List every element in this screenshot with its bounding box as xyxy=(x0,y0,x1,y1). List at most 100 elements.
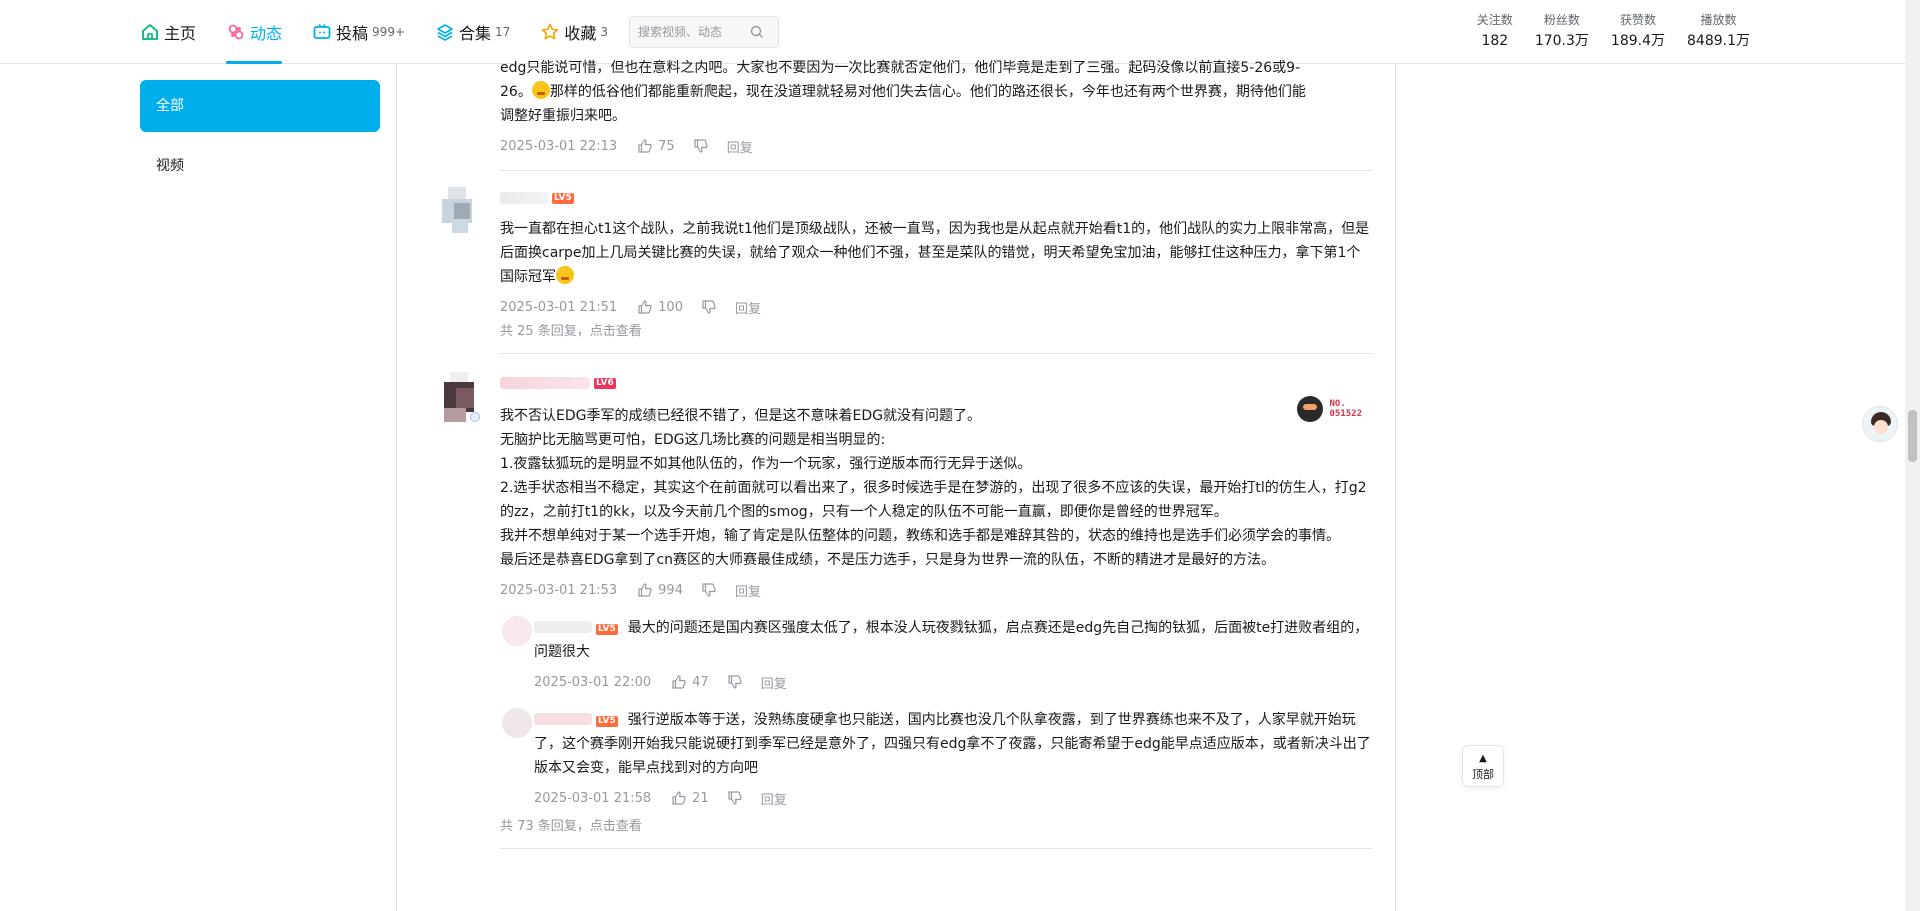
comment-time: 2025-03-01 21:53 xyxy=(500,582,618,598)
username-blurred[interactable] xyxy=(534,713,592,725)
upload-icon xyxy=(313,24,331,39)
comment-meta: 2025-03-01 21:53 994 回复 xyxy=(500,578,1372,602)
like-button[interactable]: 994 xyxy=(637,582,683,598)
dislike-button[interactable] xyxy=(727,674,743,690)
nav-collection-label: 合集 xyxy=(459,24,492,43)
level-badge: LV5 xyxy=(596,716,618,727)
divider xyxy=(1395,64,1396,911)
back-to-top-button[interactable]: ▲ 顶部 xyxy=(1462,745,1504,787)
dislike-button[interactable] xyxy=(701,299,717,315)
username-blurred[interactable] xyxy=(534,621,592,633)
comment-time: 2025-03-01 21:51 xyxy=(500,299,618,315)
comment-text-line: 1.夜露钛狐玩的是明显不如其他队伍的，作为一个玩家，强行逆版本而行无异于送似。 xyxy=(500,456,1032,472)
fan-badge-icon xyxy=(1297,396,1324,422)
scrollbar-thumb[interactable] xyxy=(1908,410,1917,462)
search-icon[interactable] xyxy=(750,25,764,39)
reply-button[interactable]: 回复 xyxy=(761,673,787,692)
stat-value: 182 xyxy=(1481,33,1509,49)
reply-button[interactable]: 回复 xyxy=(735,298,761,317)
comment-text: 我不否认EDG季军的成绩已经很不错了，但是这不意味着EDG就没有问题了。 无脑护… xyxy=(500,404,1372,572)
thumbs-up-icon xyxy=(672,675,686,689)
comment-meta: 2025-03-01 22:13 75 回复 xyxy=(500,134,1372,158)
comment-time: 2025-03-01 21:58 xyxy=(534,790,652,806)
profile-stats: 关注数 182 粉丝数 170.3万 获赞数 189.4万 播放数 8489.1… xyxy=(1455,10,1750,52)
avatar[interactable] xyxy=(442,187,478,233)
comment-divider xyxy=(500,353,1372,354)
level-badge: LV5 xyxy=(596,624,618,635)
comment-meta: 2025-03-01 22:00 47 回复 xyxy=(534,670,1372,694)
stat-plays: 播放数 8489.1万 xyxy=(1687,10,1750,52)
like-button[interactable]: 100 xyxy=(637,299,683,315)
avatar[interactable] xyxy=(502,708,532,738)
dislike-button[interactable] xyxy=(701,582,717,598)
comment-time: 2025-03-01 22:13 xyxy=(500,138,618,154)
nav-home-label: 主页 xyxy=(164,24,197,43)
like-count: 47 xyxy=(692,674,709,690)
comment-text: LV5 强行逆版本等于送，没熟练度硬拿也只能送，国内比赛也没几个队拿夜露，到了世界… xyxy=(534,708,1372,780)
reply-button[interactable]: 回复 xyxy=(761,789,787,808)
stat-value: 170.3万 xyxy=(1534,33,1589,49)
nav-home[interactable]: 主页 xyxy=(140,0,196,64)
comment-meta: 2025-03-01 21:58 21 回复 xyxy=(534,786,1372,810)
reply-button[interactable]: 回复 xyxy=(735,581,761,600)
nav-upload-label: 投稿 xyxy=(336,24,369,43)
comment-divider xyxy=(500,170,1372,171)
comment-username[interactable]: LV5 xyxy=(500,187,1372,209)
view-more-replies[interactable]: 共 73 条回复，点击查看 xyxy=(500,816,1372,838)
comment-username[interactable]: LV6 xyxy=(500,372,1372,394)
reply-button[interactable]: 回复 xyxy=(727,137,753,156)
emoji-icon xyxy=(531,81,550,99)
avatar[interactable] xyxy=(502,616,532,646)
comment-text-line: edg只能说可惜，但也在意料之内吧。大家也不要因为一次比赛就否定他们，他们毕竟是… xyxy=(500,60,1301,76)
dynamic-filter-sidebar: 全部 视频 xyxy=(140,80,380,200)
stat-label: 获赞数 xyxy=(1619,13,1656,27)
thumbs-down-icon xyxy=(702,583,716,597)
sub-reply: LV5 最大的问题还是国内赛区强度太低了，根本没人玩夜戮钛狐，启点赛还是edg先自… xyxy=(500,616,1372,694)
stat-followers[interactable]: 粉丝数 170.3万 xyxy=(1535,10,1589,52)
sub-reply: LV5 强行逆版本等于送，没熟练度硬拿也只能送，国内比赛也没几个队拿夜露，到了世界… xyxy=(500,708,1372,810)
avatar[interactable] xyxy=(442,372,482,424)
search-box[interactable] xyxy=(629,16,779,48)
nav-upload[interactable]: 投稿 999+ xyxy=(312,0,405,64)
view-more-replies[interactable]: 共 25 条回复，点击查看 xyxy=(500,321,1372,343)
thumbs-up-icon xyxy=(638,300,652,314)
thumbs-up-icon xyxy=(638,583,652,597)
reply-text: 最大的问题还是国内赛区强度太低了，根本没人玩夜戮钛狐，启点赛还是edg先自己掏的… xyxy=(534,620,1369,660)
back-to-top-label: 顶部 xyxy=(1472,768,1494,781)
nav-dynamic[interactable]: 动态 xyxy=(226,0,283,64)
sidebar-item-video[interactable]: 视频 xyxy=(140,140,380,192)
like-button[interactable]: 21 xyxy=(671,790,709,806)
comment-list: edg只能说可惜，但也在意料之内吧。大家也不要因为一次比赛就否定他们，他们毕竟是… xyxy=(430,48,1372,849)
fan-badge[interactable]: NO. 051522 xyxy=(1297,396,1362,422)
collection-icon xyxy=(437,24,453,41)
like-count: 75 xyxy=(658,138,675,154)
dislike-button[interactable] xyxy=(693,138,709,154)
search-input[interactable] xyxy=(638,25,750,39)
comment-item: LV6 NO. 051522 我不否认EDG季军的成绩已经很不错了，但是这不意味着… xyxy=(430,372,1372,838)
level-badge: LV5 xyxy=(552,192,574,204)
nav-dynamic-label: 动态 xyxy=(250,24,283,43)
dislike-button[interactable] xyxy=(727,790,743,806)
stat-following[interactable]: 关注数 182 xyxy=(1477,10,1513,52)
comment-text-line: 调整好重振归来吧。 xyxy=(500,108,626,124)
stat-label: 粉丝数 xyxy=(1543,13,1580,27)
username-blurred xyxy=(500,192,548,204)
favorite-icon xyxy=(542,23,559,40)
like-button[interactable]: 75 xyxy=(637,138,675,154)
nav-upload-count: 999+ xyxy=(372,25,406,39)
thumbs-down-icon xyxy=(694,139,708,153)
emoji-icon xyxy=(556,266,574,284)
scrollbar[interactable] xyxy=(1905,0,1920,911)
comment-item: edg只能说可惜，但也在意料之内吧。大家也不要因为一次比赛就否定他们，他们毕竟是… xyxy=(430,56,1372,158)
like-button[interactable]: 47 xyxy=(671,674,709,690)
like-count: 100 xyxy=(658,299,683,315)
comment-text: LV5 最大的问题还是国内赛区强度太低了，根本没人玩夜戮钛狐，启点赛还是edg先自… xyxy=(534,616,1372,664)
thumbs-up-icon xyxy=(672,791,686,805)
stat-value: 8489.1万 xyxy=(1687,33,1750,49)
like-count: 21 xyxy=(692,790,709,806)
assistant-avatar-icon[interactable] xyxy=(1862,406,1898,442)
comment-divider xyxy=(500,848,1372,849)
stat-value: 189.4万 xyxy=(1610,33,1665,49)
sidebar-item-all[interactable]: 全部 xyxy=(140,80,380,132)
divider xyxy=(396,64,397,911)
